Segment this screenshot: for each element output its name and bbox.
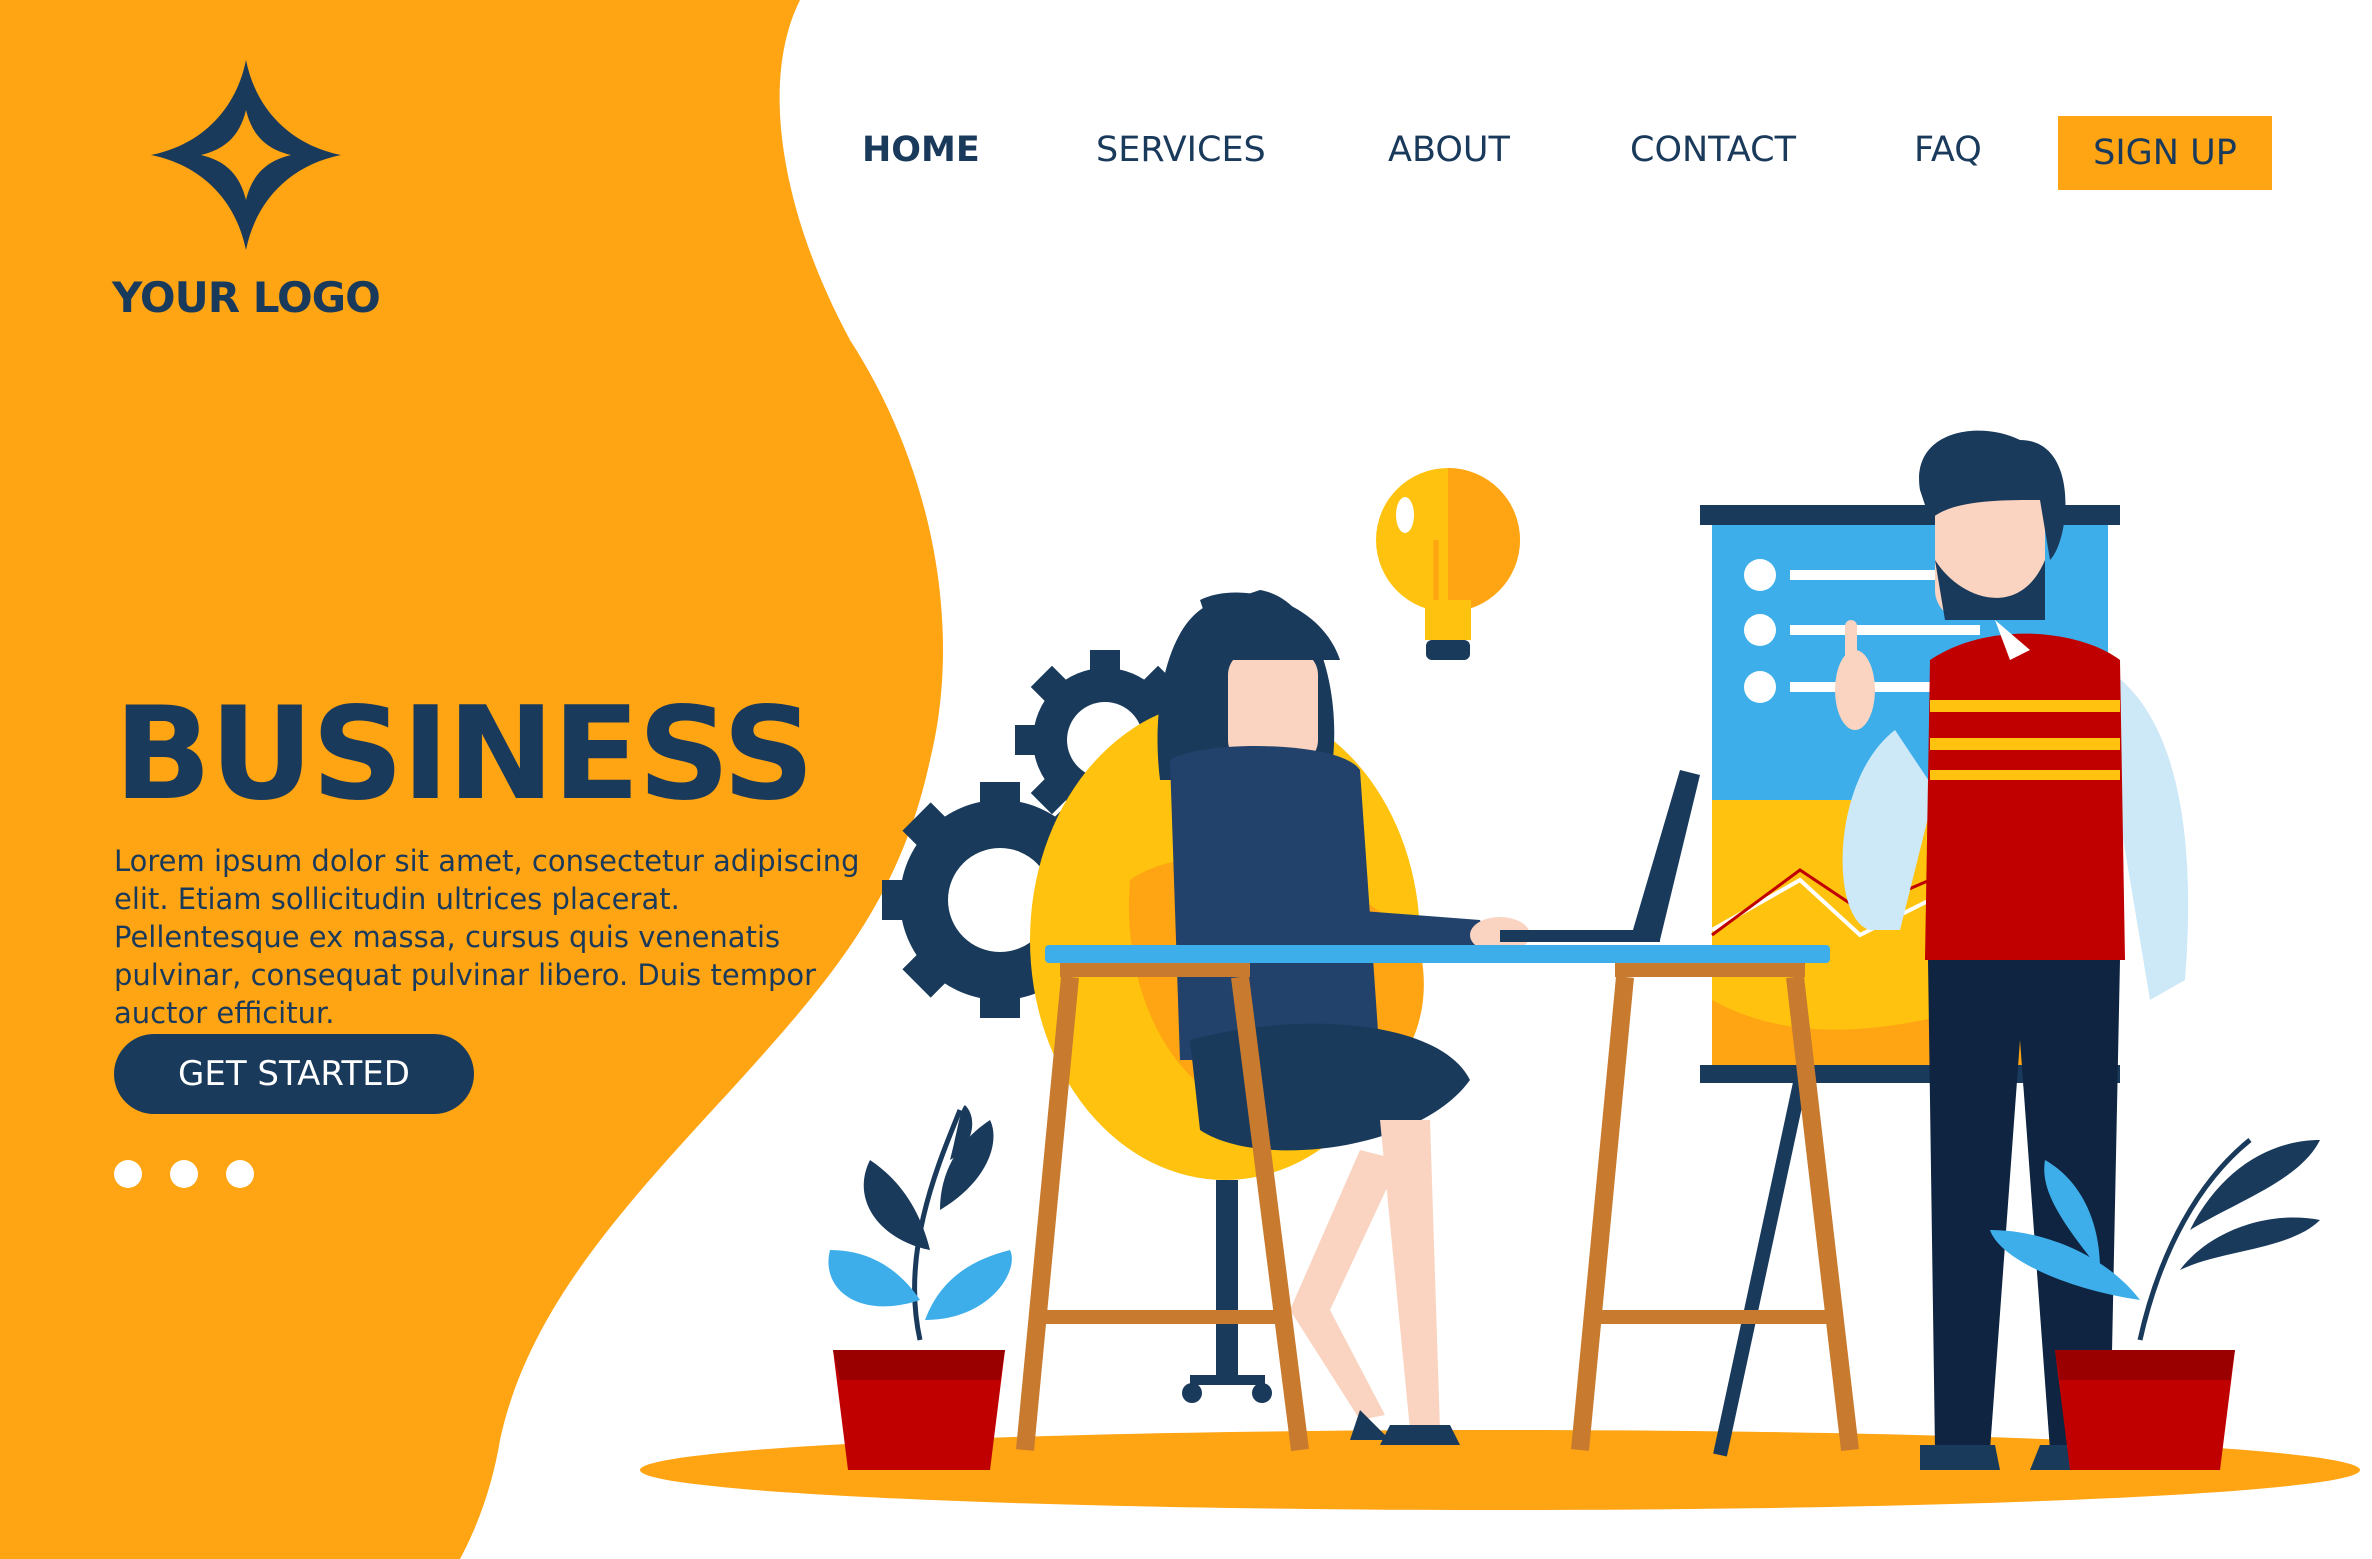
lightbulb-icon [1376,468,1520,660]
plant-icon [828,1105,1012,1470]
landing-page: YOUR LOGO HOME SERVICES ABOUT CONTACT FA… [0,0,2372,1559]
laptop-icon [1500,770,1700,942]
business-illustration [828,430,2320,1470]
